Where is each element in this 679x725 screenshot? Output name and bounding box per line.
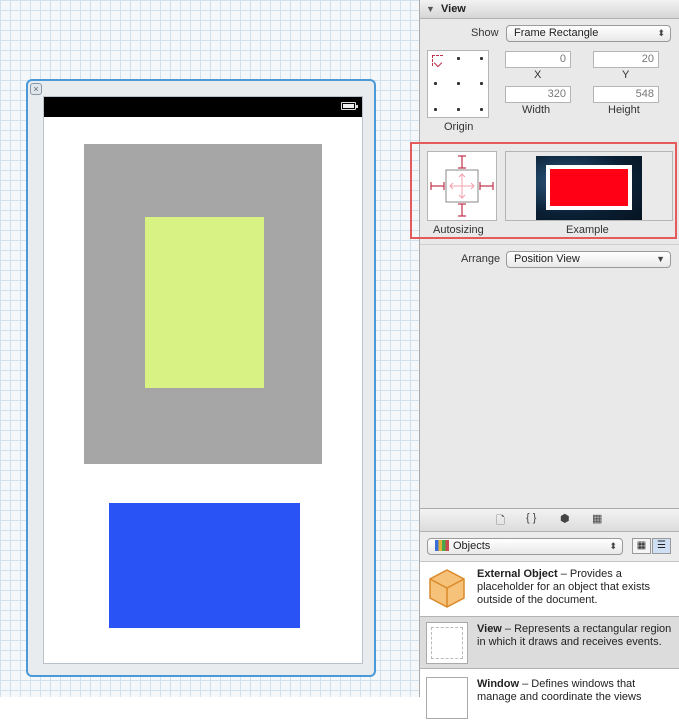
show-label: Show xyxy=(471,27,499,39)
height-label: Height xyxy=(608,104,640,116)
autosizing-label: Autosizing xyxy=(433,224,484,236)
autosizing-springs-icon[interactable] xyxy=(428,152,496,220)
x-label: X xyxy=(534,69,542,81)
library-selector-value: Objects xyxy=(453,540,491,552)
origin-label: Origin xyxy=(444,121,474,133)
chevron-down-icon: ▼ xyxy=(656,254,665,264)
battery-icon xyxy=(341,102,358,110)
origin-marker-icon xyxy=(432,55,443,66)
show-popup[interactable]: Frame Rectangle ⬍ xyxy=(506,25,671,42)
origin-point[interactable] xyxy=(480,82,483,85)
list-item-text: Window – Defines windows that manage and… xyxy=(477,678,642,703)
list-item-text: External Object – Provides a placeholder… xyxy=(477,568,651,606)
autosizing-control[interactable] xyxy=(427,151,497,221)
y-label: Y xyxy=(622,69,630,81)
origin-point[interactable] xyxy=(434,108,437,111)
origin-point[interactable] xyxy=(434,82,437,85)
view-section-header[interactable]: ▼ View xyxy=(420,0,679,19)
status-bar xyxy=(44,97,362,117)
x-field[interactable]: 0 xyxy=(505,51,571,68)
disclosure-triangle-icon[interactable]: ▼ xyxy=(426,0,435,18)
window-icon xyxy=(426,677,468,719)
library-books-icon xyxy=(435,540,449,551)
media-library-tab-icon[interactable]: ▦ xyxy=(592,512,602,525)
object-library-tab-icon[interactable]: ⬢ xyxy=(560,512,570,525)
show-popup-value: Frame Rectangle xyxy=(514,27,599,39)
size-inspector: ▼ View Show Frame Rectangle ⬍ Origin 0 2… xyxy=(410,0,679,508)
origin-point[interactable] xyxy=(457,108,460,111)
iphone-window[interactable]: × xyxy=(26,79,376,677)
example-preview xyxy=(505,151,673,221)
green-subview[interactable] xyxy=(145,217,264,388)
origin-selector[interactable] xyxy=(427,50,489,118)
close-icon[interactable]: × xyxy=(30,83,42,95)
view-icon xyxy=(426,622,468,664)
y-field[interactable]: 20 xyxy=(593,51,659,68)
file-template-tab-icon[interactable]: 🗋 xyxy=(496,512,505,531)
section-title: View xyxy=(441,3,466,15)
library-selector[interactable]: Objects ⬍ xyxy=(427,538,623,555)
list-item-text: View – Represents a rectangular region i… xyxy=(477,623,672,648)
width-label: Width xyxy=(522,104,551,116)
arrange-label: Arrange xyxy=(461,253,501,265)
external-object-icon xyxy=(426,567,468,609)
blue-subview[interactable] xyxy=(109,503,300,628)
arrange-popup-value: Position View xyxy=(514,253,580,265)
height-field[interactable]: 548 xyxy=(593,86,659,103)
list-view-icon[interactable]: ☰ xyxy=(652,538,671,554)
origin-point[interactable] xyxy=(480,57,483,60)
example-label: Example xyxy=(566,224,609,236)
design-canvas[interactable]: × xyxy=(0,0,419,697)
origin-point[interactable] xyxy=(457,82,460,85)
main-view[interactable] xyxy=(43,96,363,664)
width-field[interactable]: 320 xyxy=(505,86,571,103)
popup-arrows-icon: ⬍ xyxy=(609,541,617,551)
list-item[interactable]: View – Represents a rectangular region i… xyxy=(420,616,679,669)
code-snippet-tab-icon[interactable]: { } xyxy=(526,512,536,524)
example-view-rect xyxy=(550,169,628,206)
list-item[interactable]: External Object – Provides a placeholder… xyxy=(420,562,679,615)
grid-view-icon[interactable]: ▦ xyxy=(632,538,651,554)
library-list[interactable]: External Object – Provides a placeholder… xyxy=(420,561,679,719)
object-library: 🗋 { } ⬢ ▦ Objects ⬍ ▦ ☰ External Object … xyxy=(419,508,679,719)
popup-arrows-icon: ⬍ xyxy=(657,28,665,38)
divider xyxy=(420,244,679,245)
list-item[interactable]: Window – Defines windows that manage and… xyxy=(420,672,679,725)
example-screen xyxy=(536,156,642,220)
origin-point[interactable] xyxy=(457,57,460,60)
origin-point[interactable] xyxy=(480,108,483,111)
arrange-popup[interactable]: Position View ▼ xyxy=(506,251,671,268)
library-tabs: 🗋 { } ⬢ ▦ xyxy=(420,509,679,532)
